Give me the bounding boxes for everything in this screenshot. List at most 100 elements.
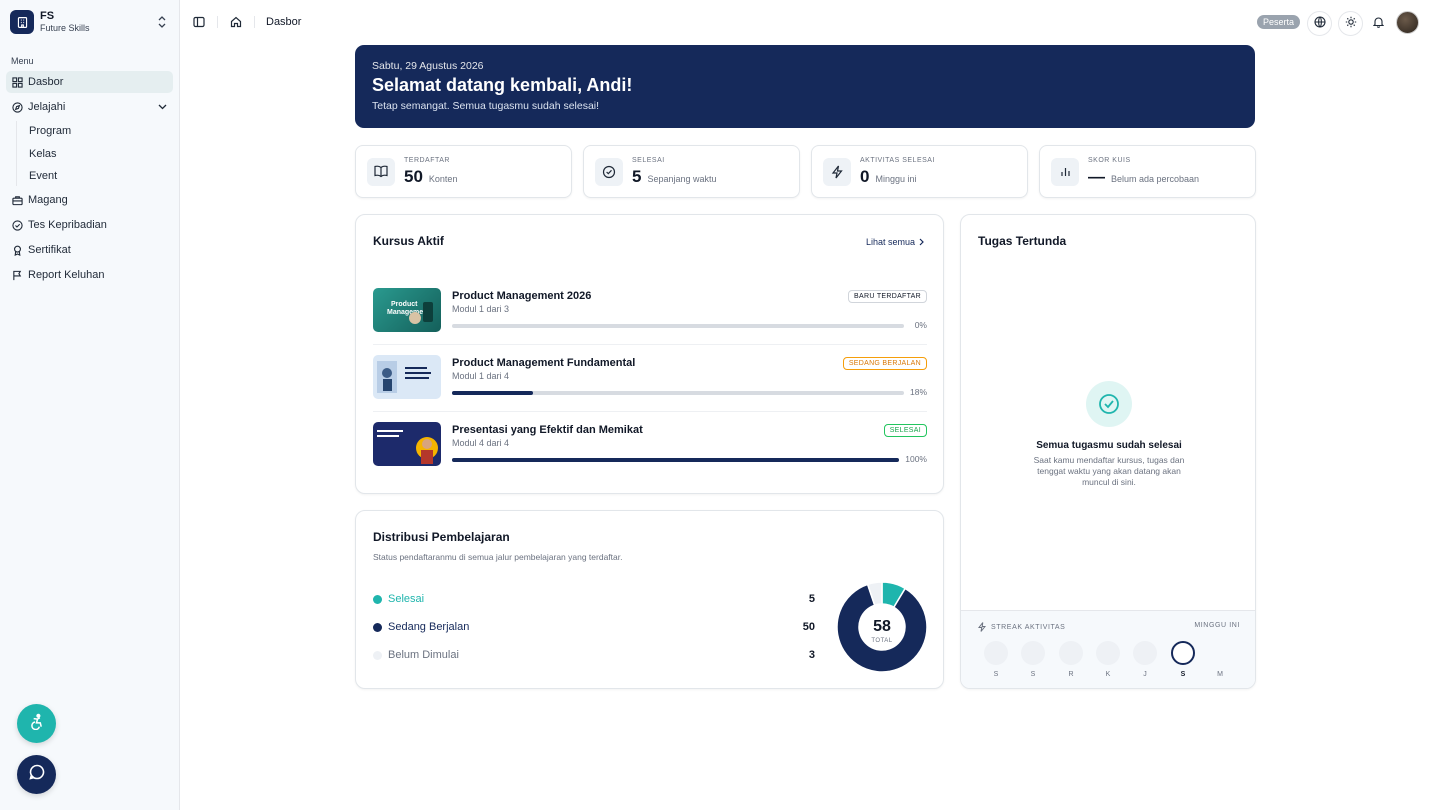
status-badge: SELESAI <box>883 424 927 437</box>
sidebar-item-jelajahi[interactable]: Jelajahi <box>6 96 173 118</box>
brand-short: FS <box>40 10 55 22</box>
course-thumbnail <box>373 355 441 399</box>
legend-dot <box>373 594 382 604</box>
progress-fill <box>452 391 534 395</box>
sidebar-item-program[interactable]: Program <box>23 121 179 141</box>
sidebar-item-report-keluhan[interactable]: Report Keluhan <box>6 264 173 286</box>
course-module: Modul 1 dari 3 <box>452 304 510 314</box>
streak-day-dot <box>1133 641 1157 665</box>
stat-card-aktivitas: AKTIVITAS SELESAI 0 Minggu ini <box>811 145 1028 198</box>
streak-period: MINGGU INI <box>1194 622 1240 629</box>
accessibility-button[interactable] <box>17 704 56 743</box>
sidebar-item-label: Magang <box>28 194 68 206</box>
language-button[interactable] <box>1307 11 1332 36</box>
stat-label: TERDAFTAR <box>404 156 450 164</box>
chat-bubble-icon <box>28 763 46 786</box>
bar-chart-icon <box>1051 157 1079 186</box>
stat-label: SELESAI <box>632 156 665 164</box>
bolt-icon <box>978 622 986 632</box>
streak-day-label: S <box>1180 671 1186 678</box>
chevron-right-icon <box>919 238 924 246</box>
progress-bar <box>452 391 904 395</box>
sidebar-toggle-icon[interactable] <box>191 14 207 30</box>
compass-icon <box>11 101 23 113</box>
sidebar-item-label: Dasbor <box>28 76 64 88</box>
stat-value: 50 <box>404 166 423 186</box>
see-all-label: Lihat semua <box>865 237 915 247</box>
legend-dot <box>373 622 382 632</box>
course-item[interactable]: Product Management Fundamental Modul 1 d… <box>373 355 927 399</box>
streak-day: M <box>1208 641 1232 678</box>
legend-value: 50 <box>802 621 815 633</box>
stat-value: — <box>1088 166 1105 186</box>
streak-label-text: STREAK AKTIVITAS <box>991 623 1066 631</box>
sidebar: FS Future Skills Menu Dasbor Jelajahi Pr… <box>0 0 180 810</box>
streak-day-dot <box>1208 641 1232 665</box>
streak-day-dot <box>984 641 1008 665</box>
distribution-donut-chart: 58 TOTAL <box>836 581 928 673</box>
progress-percent: 0% <box>914 320 927 330</box>
sidebar-item-event[interactable]: Event <box>23 166 179 186</box>
legend-value: 3 <box>808 649 815 661</box>
home-icon[interactable] <box>228 14 244 30</box>
progress-percent: 18% <box>909 387 927 397</box>
course-item[interactable]: Product Management Product Management 202… <box>373 288 927 332</box>
card-title: Distribusi Pembelajaran <box>373 530 510 544</box>
progress-percent: 100% <box>905 454 927 464</box>
legend-item-selesai: Selesai 5 <box>373 592 815 606</box>
sidebar-item-tes-kepribadian[interactable]: Tes Kepribadian <box>6 214 173 236</box>
progress-bar <box>452 458 899 462</box>
streak-day-dot <box>1096 641 1120 665</box>
progress-fill <box>452 458 899 462</box>
building-icon <box>10 10 34 34</box>
streak-day: S <box>1021 641 1045 678</box>
stat-note: Konten <box>428 173 458 184</box>
streak-day: K <box>1096 641 1120 678</box>
divider <box>373 411 927 412</box>
active-courses-card: Kursus Aktif Lihat semua Product Manageme… <box>355 214 944 494</box>
globe-icon <box>1313 15 1326 33</box>
course-item[interactable]: Presentasi yang Efektif dan Memikat Modu… <box>373 422 927 466</box>
briefcase-icon <box>11 194 23 206</box>
sidebar-item-dasbor[interactable]: Dasbor <box>6 71 173 93</box>
card-description: Status pendaftaranmu di semua jalur pemb… <box>373 552 623 562</box>
stat-note: Sepanjang waktu <box>647 173 717 184</box>
progress-bar <box>452 324 904 328</box>
course-title: Product Management Fundamental <box>452 357 636 369</box>
streak-day-label: S <box>993 671 999 678</box>
avatar[interactable] <box>1396 11 1419 34</box>
stat-label: AKTIVITAS SELESAI <box>860 156 935 164</box>
stat-value: 0 <box>860 166 870 186</box>
role-badge: Peserta <box>1256 15 1300 29</box>
streak-day: S <box>1171 641 1195 678</box>
course-thumbnail: Product Management <box>373 288 441 332</box>
top-bar: Dasbor Peserta <box>180 0 1440 44</box>
chevron-down-icon <box>156 101 168 113</box>
sidebar-item-kelas[interactable]: Kelas <box>23 144 179 164</box>
chat-button[interactable] <box>17 755 56 794</box>
status-badge: BARU TERDAFTAR <box>848 290 927 303</box>
streak-day-label: J <box>1143 671 1147 678</box>
streak-day-dot <box>1059 641 1083 665</box>
notification-bell-icon[interactable] <box>1371 15 1385 29</box>
course-title: Product Management 2026 <box>452 290 592 302</box>
streak-day-label: R <box>1068 671 1074 678</box>
sidebar-item-magang[interactable]: Magang <box>6 189 173 211</box>
brand-switcher[interactable]: FS Future Skills <box>0 0 179 44</box>
empty-state-text: Saat kamu mendaftar kursus, tugas dan te… <box>1033 455 1185 487</box>
sidebar-item-label: Tes Kepribadian <box>28 219 107 231</box>
bolt-icon <box>823 157 851 186</box>
check-circle-icon <box>11 219 23 231</box>
donut-total-label: TOTAL <box>871 638 892 644</box>
stat-note: Minggu ini <box>875 173 917 184</box>
welcome-banner: Sabtu, 29 Agustus 2026 Selamat datang ke… <box>355 45 1255 128</box>
card-title: Kursus Aktif <box>373 234 444 248</box>
course-title: Presentasi yang Efektif dan Memikat <box>452 424 643 436</box>
stat-card-selesai: SELESAI 5 Sepanjang waktu <box>583 145 800 198</box>
theme-toggle-button[interactable] <box>1338 11 1363 36</box>
sidebar-item-sertifikat[interactable]: Sertifikat <box>6 239 173 261</box>
card-title: Tugas Tertunda <box>978 234 1067 248</box>
streak-day-dot <box>1021 641 1045 665</box>
sidebar-item-label: Report Keluhan <box>28 269 105 281</box>
see-all-link[interactable]: Lihat semua <box>866 237 924 247</box>
